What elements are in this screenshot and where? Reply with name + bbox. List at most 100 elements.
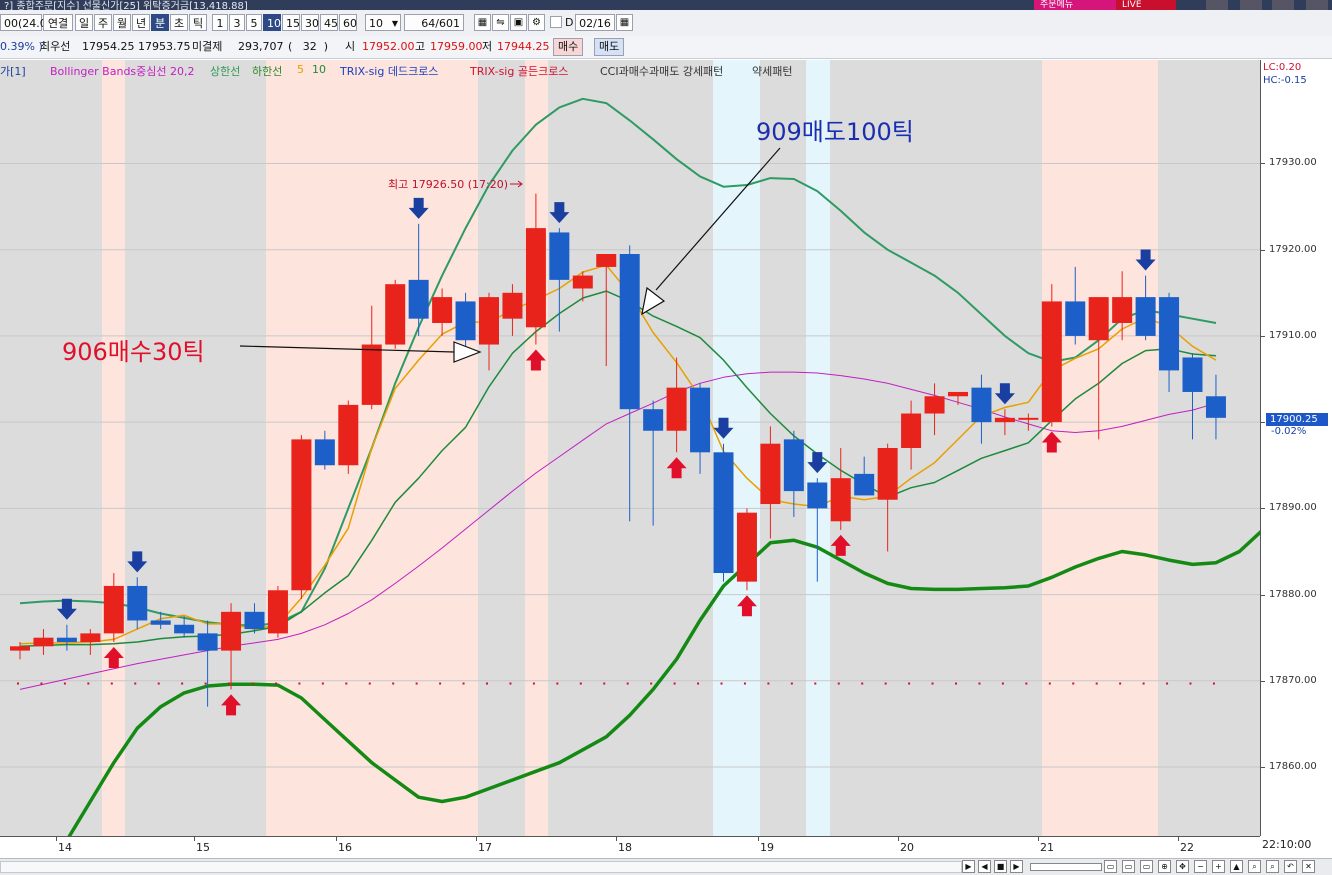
fast-forward-icon[interactable]: ▶ [1010, 860, 1023, 873]
interval-button[interactable]: 10 [263, 14, 281, 31]
period-button[interactable]: 틱 [189, 14, 207, 31]
order-menu-button[interactable]: 주문메뉴 [1034, 0, 1120, 10]
zoom-out-icon[interactable]: ⌕ [1248, 860, 1261, 873]
sell-button[interactable]: 매도 [594, 38, 625, 56]
candle-down [690, 387, 711, 453]
time-tick [1038, 837, 1039, 841]
legend-upper: 상한선 [210, 65, 241, 78]
time-tick-label: 15 [196, 841, 210, 854]
period-button[interactable]: 분 [151, 14, 169, 31]
zoom-slider[interactable] [1030, 863, 1102, 871]
axis-time: 22:10:00 [1262, 838, 1312, 851]
reference-dot [40, 682, 43, 685]
window-max-icon[interactable] [1240, 0, 1262, 10]
period-button[interactable]: 주 [94, 14, 112, 31]
signal-zone-band [713, 60, 760, 836]
interval-button[interactable]: 15 [282, 14, 300, 31]
window-min-icon[interactable] [1206, 0, 1228, 10]
reference-dot [1142, 682, 1145, 685]
reference-dot [767, 682, 770, 685]
interval-button[interactable]: 1 [212, 14, 228, 31]
close-icon[interactable]: ✕ [1302, 860, 1315, 873]
time-tick [336, 837, 337, 841]
plus-icon[interactable]: + [1212, 860, 1225, 873]
date-label: D [565, 16, 574, 29]
minus-icon[interactable]: − [1194, 860, 1207, 873]
open-interest-label: 미결제 [192, 40, 223, 53]
candle-down [643, 409, 664, 431]
time-tick [898, 837, 899, 841]
link-button[interactable]: 연결 [43, 14, 73, 31]
reference-dot [509, 682, 512, 685]
date-checkbox[interactable] [550, 16, 562, 28]
interval-select[interactable]: 10 ▼ [365, 14, 401, 31]
grid-icon[interactable]: ▦ [474, 14, 491, 31]
high-value: 17959.00 [430, 40, 483, 53]
period-button[interactable]: 초 [170, 14, 188, 31]
low-label: 저 [482, 40, 493, 53]
chart-toolbar: 00(24.0 연결 일주월년분초틱 1 3 5 10 15 30 45 60 10 ▼ 64/… [0, 10, 1332, 37]
interval-button[interactable]: 5 [246, 14, 262, 31]
open-interest-value: 293,707 [238, 40, 284, 53]
save-icon[interactable]: ▣ [510, 14, 527, 31]
reference-dot [1189, 682, 1192, 685]
interval-button[interactable]: 60 [339, 14, 357, 31]
layout2-icon[interactable]: ▭ [1140, 860, 1153, 873]
window-icon[interactable]: ▭ [1104, 860, 1117, 873]
gear-icon[interactable]: ⚙ [528, 14, 545, 31]
buy-button[interactable]: 매수 [553, 38, 584, 56]
reference-dot [134, 682, 137, 685]
interval-button[interactable]: 45 [320, 14, 338, 31]
candle-up [572, 275, 593, 289]
date-field[interactable]: 02/16 [575, 14, 615, 31]
crosshair-icon[interactable]: ⊕ [1158, 860, 1171, 873]
candle-up [479, 297, 499, 345]
reference-dot [814, 682, 817, 685]
candle-up [385, 284, 406, 345]
reference-dot [1025, 682, 1028, 685]
legend-ma10: 10 [312, 63, 326, 76]
price-tick [1261, 680, 1265, 682]
zoom-in-icon[interactable]: ⌕ [1266, 860, 1279, 873]
reference-dot [978, 682, 981, 685]
symbol-code-field[interactable]: 00(24.0 [0, 14, 47, 31]
candle-up [666, 387, 687, 431]
period-button[interactable]: 월 [113, 14, 131, 31]
triangle-icon[interactable]: ▲ [1230, 860, 1243, 873]
candle-down [197, 633, 218, 651]
undo-icon[interactable]: ↶ [1284, 860, 1297, 873]
scrollbar-track[interactable] [0, 861, 962, 873]
legend-ma5: 5 [297, 63, 304, 76]
time-tick [616, 837, 617, 841]
chevron-down-icon: ▼ [391, 19, 398, 28]
period-button[interactable]: 일 [75, 14, 93, 31]
candle-up [502, 292, 523, 319]
calendar-icon[interactable]: ▦ [616, 14, 633, 31]
quote-bar: 0.39% ) 최우선 17954.25 17953.75 미결제 293,70… [0, 36, 1332, 59]
live-button[interactable]: LIVE [1116, 0, 1176, 10]
stop-icon[interactable]: ■ [994, 860, 1007, 873]
layout-icon[interactable]: ▭ [1122, 860, 1135, 873]
low-value: 17944.25 [497, 40, 550, 53]
step-back-icon[interactable]: ◀ [978, 860, 991, 873]
interval-button[interactable]: 30 [301, 14, 319, 31]
reference-dot [673, 682, 676, 685]
candle-up [291, 439, 312, 591]
period-button[interactable]: 년 [132, 14, 150, 31]
reference-dot [1095, 682, 1098, 685]
candle-down [56, 637, 77, 642]
split-icon[interactable]: ⇋ [492, 14, 509, 31]
price-tick-label: 17860.00 [1269, 761, 1317, 773]
candle-up [994, 417, 1015, 423]
scroll-right-icon[interactable]: ▶ [962, 860, 975, 873]
change-percent: 0.39% ) [0, 40, 43, 53]
bar-count-field[interactable]: 64/601 [404, 14, 464, 31]
reference-dot [697, 682, 700, 685]
window-close-icon[interactable] [1306, 0, 1328, 10]
time-tick [56, 837, 57, 841]
signal-zone-band [102, 60, 125, 836]
price-chart[interactable]: 906매수30틱 909매도100틱최고 17926.50 (17:20) [0, 60, 1260, 836]
move-icon[interactable]: ✥ [1176, 860, 1189, 873]
window-restore-icon[interactable] [1272, 0, 1294, 10]
interval-button[interactable]: 3 [229, 14, 245, 31]
